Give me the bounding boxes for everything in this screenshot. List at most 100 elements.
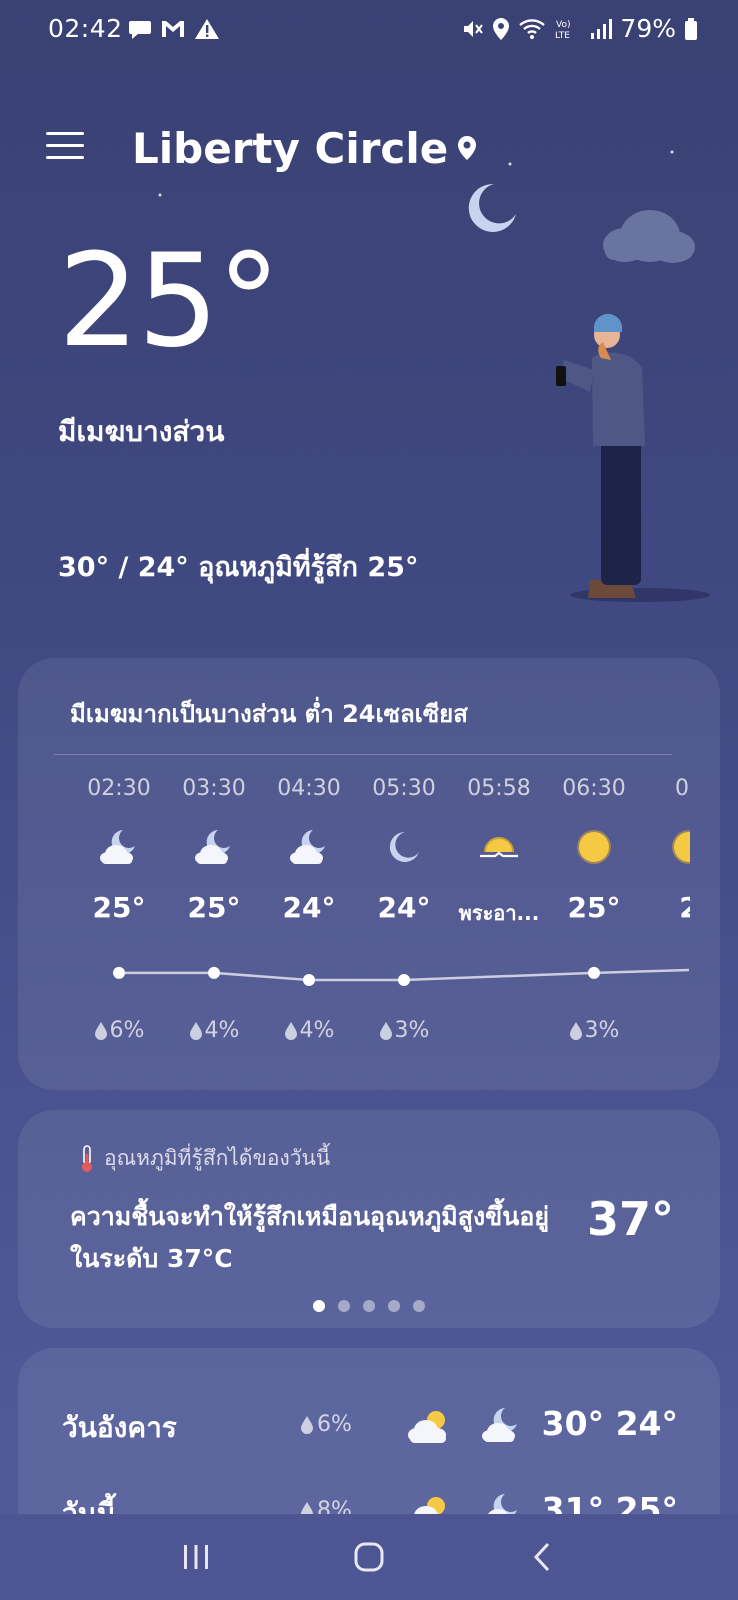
alert-icon bbox=[194, 18, 220, 40]
feels-value: 37° bbox=[586, 1192, 674, 1246]
feels-description: ความชื้นจะทำให้รู้สึกเหมือนอุณหภูมิสูงขึ… bbox=[70, 1202, 550, 1273]
feels-label-text: อุณหภูมิที่รู้สึกได้ของวันนี้ bbox=[104, 1146, 331, 1170]
chat-icon bbox=[128, 18, 152, 40]
daily-row[interactable]: วันอังคาร 6% 30° 24° bbox=[18, 1396, 720, 1456]
daily-precip-value: 6% bbox=[317, 1412, 352, 1437]
location-name: Liberty Circle bbox=[132, 124, 449, 173]
hourly-temp: 24° bbox=[377, 891, 431, 924]
hourly-item: 03:30 25° 4% bbox=[164, 768, 264, 1043]
hourly-temp: 25° bbox=[567, 891, 621, 924]
status-time: 02:42 bbox=[48, 14, 123, 43]
notification-icons bbox=[128, 18, 220, 40]
hourly-time: 05:30 bbox=[372, 776, 436, 801]
home-button[interactable] bbox=[339, 1527, 399, 1587]
current-condition: มีเมฆบางส่วน bbox=[58, 415, 225, 448]
raindrop-icon bbox=[569, 1021, 582, 1040]
page-indicator[interactable] bbox=[18, 1300, 720, 1312]
navigation-bar bbox=[0, 1514, 738, 1600]
raindrop-icon bbox=[379, 1021, 392, 1040]
hourly-time: 04:30 bbox=[277, 776, 341, 801]
hourly-precip-value: 6% bbox=[109, 1018, 145, 1043]
hourly-item: 05:30 24° 3% bbox=[354, 768, 454, 1043]
menu-button[interactable] bbox=[46, 132, 84, 164]
location-icon bbox=[492, 17, 510, 41]
raindrop-icon bbox=[301, 1415, 313, 1434]
svg-text:LTE: LTE bbox=[555, 31, 570, 41]
hourly-time: 05:58 bbox=[467, 776, 531, 801]
trend-point bbox=[588, 966, 600, 979]
daily-temps: 30° 24° bbox=[541, 1404, 678, 1443]
back-button[interactable] bbox=[512, 1527, 572, 1587]
hourly-temp: 2 bbox=[679, 891, 690, 924]
svg-text:Vo): Vo) bbox=[556, 20, 570, 30]
raindrop-icon bbox=[189, 1021, 202, 1040]
page-dot[interactable] bbox=[388, 1300, 400, 1312]
moon-icon bbox=[468, 183, 516, 232]
gmail-icon bbox=[160, 19, 186, 39]
sunrise-icon bbox=[449, 821, 549, 873]
menu-icon bbox=[46, 132, 84, 135]
status-bar: 02:42 Vo) LTE 79% bbox=[0, 0, 738, 64]
sun-icon bbox=[544, 821, 644, 873]
recents-button[interactable] bbox=[166, 1527, 226, 1587]
recents-icon bbox=[184, 1545, 209, 1569]
hourly-precip: 3% bbox=[544, 1018, 644, 1043]
hourly-precip: 3% bbox=[354, 1018, 454, 1043]
page-dot[interactable] bbox=[338, 1300, 350, 1312]
hourly-temp: 25° bbox=[187, 891, 241, 924]
divider bbox=[54, 754, 672, 755]
hourly-strip[interactable]: 02:30 25° 6% 03:30 25° 4% 04:30 24° 4% 0… bbox=[54, 768, 690, 1068]
hourly-temp: 24° bbox=[282, 891, 336, 924]
hourly-time: 06:30 bbox=[562, 776, 626, 801]
thermometer-icon bbox=[82, 1144, 92, 1172]
hourly-item: 07 2 bbox=[639, 768, 690, 924]
page-dot[interactable] bbox=[313, 1300, 325, 1312]
hourly-precip-value: 3% bbox=[394, 1018, 430, 1043]
system-icons: Vo) LTE 79% bbox=[460, 14, 698, 43]
hourly-item: 06:30 25° 3% bbox=[544, 768, 644, 1043]
feels-like-card[interactable]: อุณหภูมิที่รู้สึกได้ของวันนี้ ความชื้นจะ… bbox=[18, 1110, 720, 1328]
cloud-icon bbox=[603, 210, 695, 263]
daily-precip: 6% bbox=[300, 1412, 352, 1437]
cloud-moon-icon bbox=[259, 821, 359, 873]
hourly-summary: มีเมฆมากเป็นบางส่วน ต่ำ 24เซลเซียส bbox=[70, 700, 468, 728]
location-title[interactable]: Liberty Circle bbox=[132, 124, 478, 173]
sun-icon bbox=[639, 821, 690, 873]
signal-icon bbox=[588, 17, 613, 41]
current-temperature: 25° bbox=[58, 227, 281, 376]
hourly-forecast-card[interactable]: มีเมฆมากเป็นบางส่วน ต่ำ 24เซลเซียส 02:30… bbox=[18, 658, 720, 1090]
hourly-precip: 4% bbox=[259, 1018, 359, 1043]
daily-day: วันอังคาร bbox=[62, 1411, 177, 1444]
trend-point bbox=[113, 966, 125, 979]
sun-cloud-icon bbox=[406, 1404, 452, 1454]
raindrop-icon bbox=[94, 1021, 107, 1040]
hourly-precip: 4% bbox=[164, 1018, 264, 1043]
hourly-item: 04:30 24° 4% bbox=[259, 768, 359, 1043]
trend-point bbox=[398, 974, 410, 986]
hourly-temp: พระอา... bbox=[458, 901, 540, 925]
wifi-icon bbox=[518, 17, 546, 41]
battery-icon bbox=[684, 17, 698, 41]
hourly-temp: 25° bbox=[92, 891, 146, 924]
mute-icon bbox=[460, 17, 484, 41]
hourly-precip-value: 3% bbox=[584, 1018, 620, 1043]
moon-icon bbox=[354, 821, 454, 873]
home-icon bbox=[354, 1542, 384, 1572]
person-illustration bbox=[556, 313, 645, 598]
cloud-moon-icon bbox=[69, 821, 169, 873]
hourly-time: 07 bbox=[675, 776, 690, 801]
hourly-item: 02:30 25° 6% bbox=[69, 768, 169, 1043]
hi-lo-feels: 30° / 24° อุณหภูมิที่รู้สึก 25° bbox=[58, 552, 419, 583]
page-dot[interactable] bbox=[363, 1300, 375, 1312]
feels-label: อุณหภูมิที่รู้สึกได้ของวันนี้ bbox=[80, 1142, 330, 1175]
page-dot[interactable] bbox=[413, 1300, 425, 1312]
raindrop-icon bbox=[284, 1021, 297, 1040]
cloud-moon-icon bbox=[478, 1402, 524, 1452]
trend-point bbox=[208, 966, 220, 979]
trend-point bbox=[303, 974, 315, 986]
cloud-moon-icon bbox=[164, 821, 264, 873]
hourly-precip-value: 4% bbox=[299, 1018, 335, 1043]
hourly-time: 03:30 bbox=[182, 776, 246, 801]
hourly-time: 02:30 bbox=[87, 776, 151, 801]
hourly-item: 05:58 พระอา... bbox=[449, 768, 549, 929]
